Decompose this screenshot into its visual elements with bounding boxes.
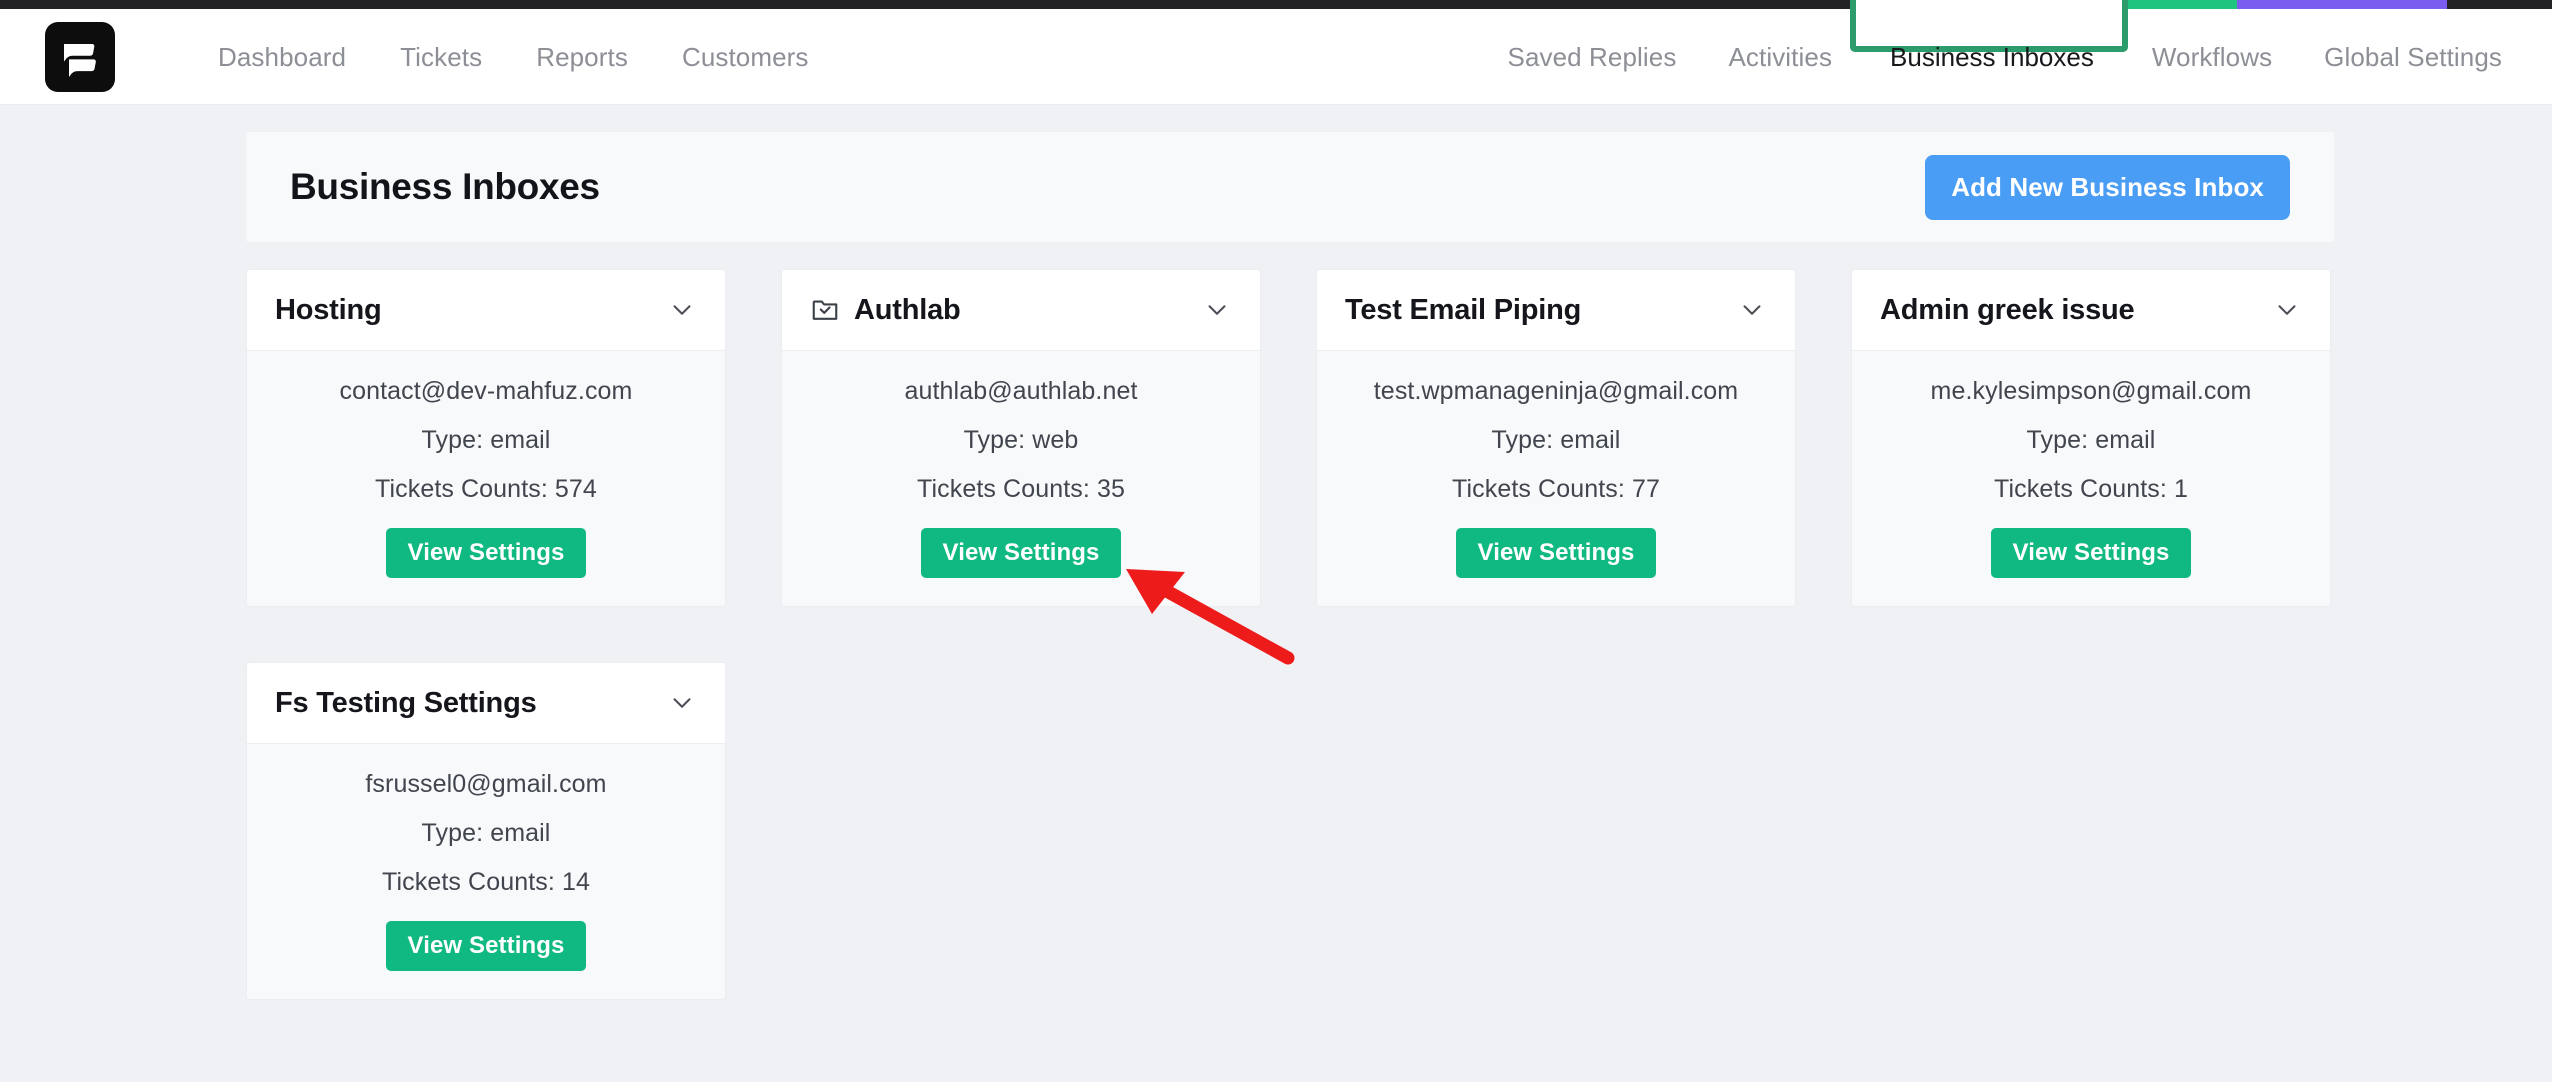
- inbox-type: Type: email: [1491, 426, 1621, 454]
- view-settings-button[interactable]: View Settings: [1455, 528, 1657, 578]
- inbox-card-title-wrap: Authlab: [810, 294, 961, 327]
- fluent-support-logo-icon: [64, 43, 96, 77]
- inbox-card-body: test.wpmanageninja@gmail.com Type: email…: [1317, 351, 1795, 606]
- chevron-down-icon[interactable]: [1202, 295, 1232, 325]
- inbox-card-title-wrap: Hosting: [275, 294, 382, 327]
- inbox-tickets: Tickets Counts: 574: [375, 475, 597, 503]
- inbox-card-title-wrap: Fs Testing Settings: [275, 687, 537, 720]
- inbox-card-body: fsrussel0@gmail.com Type: email Tickets …: [247, 744, 725, 999]
- nav-item-dashboard[interactable]: Dashboard: [191, 9, 373, 105]
- nav-item-saved-replies[interactable]: Saved Replies: [1482, 9, 1703, 105]
- inbox-name: Fs Testing Settings: [275, 686, 537, 719]
- chevron-down-icon[interactable]: [1737, 295, 1767, 325]
- inbox-email: me.kylesimpson@gmail.com: [1930, 377, 2252, 405]
- nav-item-workflows[interactable]: Workflows: [2126, 9, 2298, 105]
- inbox-email: contact@dev-mahfuz.com: [339, 377, 633, 405]
- inbox-card-body: me.kylesimpson@gmail.com Type: email Tic…: [1852, 351, 2330, 606]
- business-inbox-grid: Hosting contact@dev-mahfuz.com Type: ema…: [246, 269, 2334, 1000]
- nav-item-business-inboxes-wrap: Business Inboxes: [1850, 0, 2129, 105]
- inbox-card[interactable]: Test Email Piping test.wpmanageninja@gma…: [1316, 269, 1796, 607]
- app-logo[interactable]: [45, 21, 115, 92]
- chevron-down-icon[interactable]: [667, 688, 697, 718]
- inbox-type: Type: email: [2026, 426, 2156, 454]
- inbox-email: fsrussel0@gmail.com: [365, 770, 607, 798]
- nav-item-customers[interactable]: Customers: [655, 9, 836, 105]
- inbox-tickets: Tickets Counts: 14: [382, 868, 590, 896]
- inbox-card-header[interactable]: Admin greek issue: [1852, 270, 2330, 351]
- chevron-down-icon[interactable]: [2272, 295, 2302, 325]
- nav-item-activities[interactable]: Activities: [1702, 9, 1858, 105]
- inbox-email: authlab@authlab.net: [904, 377, 1138, 405]
- inbox-type: Type: web: [963, 426, 1079, 454]
- chevron-down-icon[interactable]: [667, 295, 697, 325]
- inbox-card-title-wrap: Test Email Piping: [1345, 294, 1581, 327]
- page-body: Business Inboxes Add New Business Inbox …: [0, 105, 2552, 1082]
- inbox-card-header[interactable]: Authlab: [782, 270, 1260, 351]
- page-title: Business Inboxes: [290, 166, 600, 207]
- inbox-check-icon: [810, 295, 840, 325]
- secondary-nav: Saved Replies Activities Business Inboxe…: [1482, 0, 2552, 105]
- inbox-card-header[interactable]: Fs Testing Settings: [247, 663, 725, 744]
- nav-item-tickets[interactable]: Tickets: [373, 9, 509, 105]
- nav-item-business-inboxes[interactable]: Business Inboxes: [1872, 9, 2112, 105]
- nav-item-global-settings[interactable]: Global Settings: [2298, 9, 2528, 105]
- view-settings-button[interactable]: View Settings: [1990, 528, 2192, 578]
- nav-item-reports[interactable]: Reports: [509, 9, 655, 105]
- inbox-card-body: contact@dev-mahfuz.com Type: email Ticke…: [247, 351, 725, 606]
- view-settings-button[interactable]: View Settings: [385, 921, 587, 971]
- view-settings-button[interactable]: View Settings: [920, 528, 1122, 578]
- inbox-card-title-wrap: Admin greek issue: [1880, 293, 2135, 327]
- inbox-type: Type: email: [421, 426, 551, 454]
- inbox-card-header[interactable]: Test Email Piping: [1317, 270, 1795, 351]
- inbox-name: Hosting: [275, 293, 382, 326]
- inbox-card[interactable]: Authlab authlab@authlab.net Type: web Ti…: [781, 269, 1261, 607]
- view-settings-button[interactable]: View Settings: [385, 528, 587, 578]
- inbox-name: Test Email Piping: [1345, 293, 1582, 326]
- inbox-name: Admin greek issue: [1880, 293, 2135, 326]
- app-header: Dashboard Tickets Reports Customers Save…: [0, 0, 2552, 105]
- inbox-type: Type: email: [421, 819, 551, 847]
- inbox-card[interactable]: Admin greek issue me.kylesimpson@gmail.c…: [1851, 269, 2331, 607]
- inbox-name: Authlab: [854, 293, 961, 326]
- inbox-card[interactable]: Fs Testing Settings fsrussel0@gmail.com …: [246, 662, 726, 1000]
- inbox-card-header[interactable]: Hosting: [247, 270, 725, 351]
- inbox-tickets: Tickets Counts: 1: [1994, 475, 2188, 503]
- primary-nav: Dashboard Tickets Reports Customers: [191, 9, 836, 105]
- inbox-tickets: Tickets Counts: 35: [917, 475, 1125, 503]
- inbox-email: test.wpmanageninja@gmail.com: [1373, 377, 1739, 405]
- inbox-card-body: authlab@authlab.net Type: web Tickets Co…: [782, 351, 1260, 606]
- add-new-business-inbox-button[interactable]: Add New Business Inbox: [1925, 154, 2290, 220]
- inbox-card[interactable]: Hosting contact@dev-mahfuz.com Type: ema…: [246, 269, 726, 607]
- inbox-tickets: Tickets Counts: 77: [1452, 475, 1660, 503]
- page-header-bar: Business Inboxes Add New Business Inbox: [246, 132, 2334, 242]
